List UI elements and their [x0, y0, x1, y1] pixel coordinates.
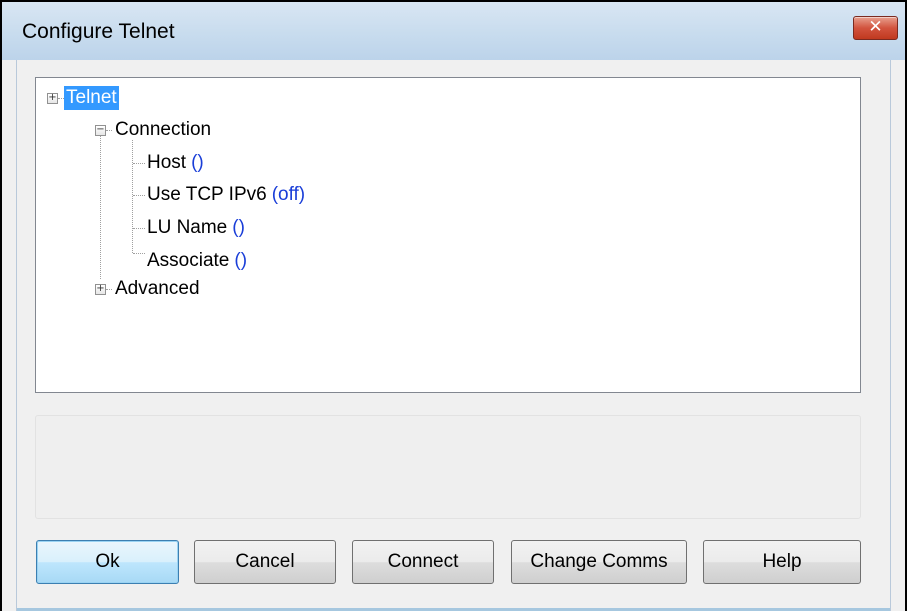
tree-item-advanced[interactable]: Advanced: [115, 277, 200, 301]
change-comms-button[interactable]: Change Comms: [511, 540, 687, 584]
host-label: Host: [147, 152, 187, 173]
collapse-connection-icon[interactable]: −: [95, 125, 106, 136]
tree-connector: [106, 289, 112, 290]
description-panel: [35, 415, 861, 519]
use-tcp-ipv6-label: Use TCP IPv6: [147, 184, 267, 205]
tree-connector: [106, 130, 112, 131]
use-tcp-ipv6-value: (off): [271, 184, 306, 205]
tree-connector: [133, 228, 145, 229]
cancel-button[interactable]: Cancel: [194, 540, 336, 584]
tree-connector: [100, 136, 101, 279]
tree-item-associate[interactable]: Associate(): [147, 249, 247, 273]
close-icon: ✕: [868, 17, 883, 37]
expand-advanced-icon[interactable]: +: [95, 284, 106, 295]
tree-item-telnet[interactable]: Telnet: [64, 86, 119, 110]
tree-connector: [132, 140, 133, 253]
lu-name-label: LU Name: [147, 217, 228, 238]
lu-name-value: (): [232, 217, 245, 238]
tree-connector: [133, 253, 145, 254]
ok-button[interactable]: Ok: [36, 540, 179, 584]
connect-button[interactable]: Connect: [352, 540, 494, 584]
tree-item-lu-name[interactable]: LU Name(): [147, 216, 245, 240]
settings-tree[interactable]: + Telnet − Connection Host() Use TCP IPv…: [35, 77, 861, 393]
associate-label: Associate: [147, 250, 230, 271]
tree-item-connection[interactable]: Connection: [115, 118, 211, 142]
tree-item-use-tcp-ipv6[interactable]: Use TCP IPv6 (off): [147, 183, 305, 207]
tree-connector: [133, 163, 145, 164]
tree-item-host[interactable]: Host(): [147, 151, 204, 175]
associate-value: (): [234, 250, 248, 271]
help-button[interactable]: Help: [703, 540, 861, 584]
host-value: (): [191, 152, 204, 173]
tree-connector: [133, 195, 145, 196]
dialog-client-area: + Telnet − Connection Host() Use TCP IPv…: [16, 60, 891, 611]
title-bar[interactable]: Configure Telnet ✕: [2, 2, 905, 60]
expand-telnet-icon[interactable]: +: [47, 93, 58, 104]
close-button[interactable]: ✕: [853, 16, 898, 40]
configure-telnet-dialog: Configure Telnet ✕ + Telnet − Connection…: [0, 0, 907, 611]
window-title: Configure Telnet: [22, 20, 175, 43]
